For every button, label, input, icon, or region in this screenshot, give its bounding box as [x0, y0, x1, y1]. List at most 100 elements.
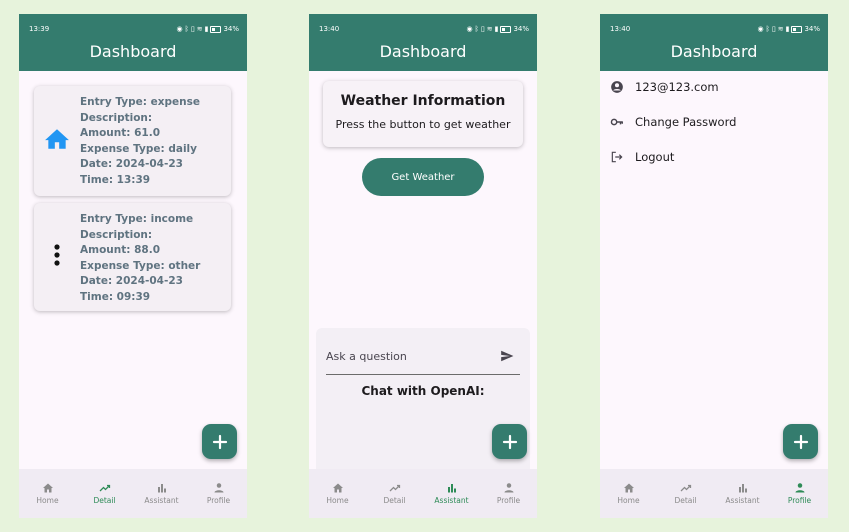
nav-item-detail[interactable]: Detail: [366, 469, 423, 518]
bottom-nav: Home Detail Assistant Profile: [309, 469, 537, 518]
logout-button[interactable]: Logout: [610, 147, 674, 167]
trending-up-icon: [99, 482, 111, 494]
status-icons: ◉ ᛒ ▯ ≋ ▮ 34%: [177, 25, 239, 33]
entry-date: Date: 2024-04-23: [80, 158, 183, 171]
nav-label: Profile: [206, 496, 231, 505]
entry-time: Time: 13:39: [80, 173, 151, 186]
sim-icon: ▮: [785, 25, 790, 33]
app-bar: 13:40 ◉ ᛒ ▯ ≋ ▮ 34% Dashboard: [600, 14, 828, 71]
bluetooth-icon: ᛒ: [474, 25, 479, 33]
wifi-icon: ≋: [777, 25, 784, 33]
add-entry-button[interactable]: [492, 424, 527, 459]
status-icons: ◉ ᛒ ▯ ≋ ▮ 34%: [758, 25, 820, 33]
entry-card[interactable]: Entry Type: income Description: Amount: …: [34, 203, 231, 311]
status-bar: 13:39 ◉ ᛒ ▯ ≋ ▮ 34%: [29, 23, 239, 35]
change-password-label: Change Password: [635, 115, 737, 129]
add-entry-button[interactable]: [202, 424, 237, 459]
status-time: 13:40: [319, 25, 340, 33]
nav-item-profile[interactable]: Profile: [771, 469, 828, 518]
home-icon: [623, 482, 635, 494]
plus-icon: [502, 434, 517, 449]
nav-label: Home: [326, 496, 349, 505]
entry-description: Description:: [80, 228, 153, 241]
nav-label: Home: [36, 496, 59, 505]
status-bar: 13:40 ◉ ᛒ ▯ ≋ ▮ 34%: [319, 23, 529, 35]
nav-item-profile[interactable]: Profile: [190, 469, 247, 518]
entry-date: Date: 2024-04-23: [80, 275, 183, 288]
home-icon: [332, 482, 344, 494]
vibrate-icon: ▯: [190, 25, 195, 33]
page-title: Dashboard: [379, 42, 467, 61]
plus-icon: [793, 434, 808, 449]
nav-label: Detail: [383, 496, 406, 505]
nav-item-assistant[interactable]: Assistant: [714, 469, 771, 518]
trending-up-icon: [680, 482, 692, 494]
app-bar: 13:39 ◉ ᛒ ▯ ≋ ▮ 34% Dashboard: [19, 14, 247, 71]
entry-time: Time: 09:39: [80, 290, 151, 303]
bar-chart-icon: [446, 482, 458, 494]
entry-amount: Amount: 61.0: [80, 127, 161, 140]
bottom-nav: Home Detail Assistant Profile: [19, 469, 247, 518]
more-vert-icon: [53, 244, 61, 270]
logout-label: Logout: [635, 150, 675, 164]
eye-icon: ◉: [466, 25, 473, 33]
sim-icon: ▮: [494, 25, 499, 33]
battery-level: 34%: [804, 25, 820, 33]
wifi-icon: ≋: [486, 25, 493, 33]
entry-expense-type: Expense Type: daily: [80, 142, 197, 155]
vibrate-icon: ▯: [480, 25, 485, 33]
account-email-row: 123@123.com: [610, 77, 719, 97]
person-icon: [213, 482, 225, 494]
assistant-screen: 13:40 ◉ ᛒ ▯ ≋ ▮ 34% Dashboard Weather In…: [309, 14, 537, 518]
detail-screen: 13:39 ◉ ᛒ ▯ ≋ ▮ 34% Dashboard Entry Type…: [19, 14, 247, 518]
status-bar: 13:40 ◉ ᛒ ▯ ≋ ▮ 34%: [610, 23, 820, 35]
entry-card[interactable]: Entry Type: expense Description: Amount:…: [34, 86, 231, 196]
logout-icon: [611, 151, 623, 163]
nav-item-detail[interactable]: Detail: [76, 469, 133, 518]
get-weather-button[interactable]: Get Weather: [362, 158, 484, 196]
wifi-icon: ≋: [196, 25, 203, 33]
nav-label: Assistant: [144, 496, 179, 505]
status-time: 13:40: [610, 25, 631, 33]
key-icon: [610, 118, 623, 126]
page-title: Dashboard: [89, 42, 177, 61]
battery-icon: [500, 25, 512, 33]
nav-label: Detail: [93, 496, 116, 505]
bottom-nav: Home Detail Assistant Profile: [600, 469, 828, 518]
weather-card: Weather Information Press the button to …: [323, 81, 523, 147]
nav-label: Profile: [787, 496, 812, 505]
battery-level: 34%: [513, 25, 529, 33]
home-icon: [42, 482, 54, 494]
nav-item-home[interactable]: Home: [309, 469, 366, 518]
nav-item-detail[interactable]: Detail: [657, 469, 714, 518]
change-password-button[interactable]: Change Password: [610, 112, 736, 132]
person-icon: [794, 482, 806, 494]
vibrate-icon: ▯: [771, 25, 776, 33]
nav-item-assistant[interactable]: Assistant: [133, 469, 190, 518]
battery-icon: [791, 25, 803, 33]
weather-subtitle: Press the button to get weather: [335, 118, 511, 131]
entry-description: Description:: [80, 111, 153, 124]
eye-icon: ◉: [757, 25, 764, 33]
add-entry-button[interactable]: [783, 424, 818, 459]
nav-item-home[interactable]: Home: [19, 469, 76, 518]
eye-icon: ◉: [176, 25, 183, 33]
nav-label: Home: [617, 496, 640, 505]
nav-item-assistant[interactable]: Assistant: [423, 469, 480, 518]
person-icon: [503, 482, 515, 494]
nav-label: Assistant: [434, 496, 469, 505]
nav-item-profile[interactable]: Profile: [480, 469, 537, 518]
nav-label: Assistant: [725, 496, 760, 505]
entry-type: Entry Type: income: [80, 213, 194, 225]
trending-up-icon: [389, 482, 401, 494]
plus-icon: [212, 434, 227, 449]
ask-question-input[interactable]: [326, 338, 520, 375]
home-icon: [44, 128, 70, 154]
nav-item-home[interactable]: Home: [600, 469, 657, 518]
account-email: 123@123.com: [635, 80, 719, 94]
battery-level: 34%: [223, 25, 239, 33]
send-icon[interactable]: [500, 349, 514, 363]
bar-chart-icon: [737, 482, 749, 494]
nav-label: Profile: [496, 496, 521, 505]
entry-amount: Amount: 88.0: [80, 244, 161, 257]
